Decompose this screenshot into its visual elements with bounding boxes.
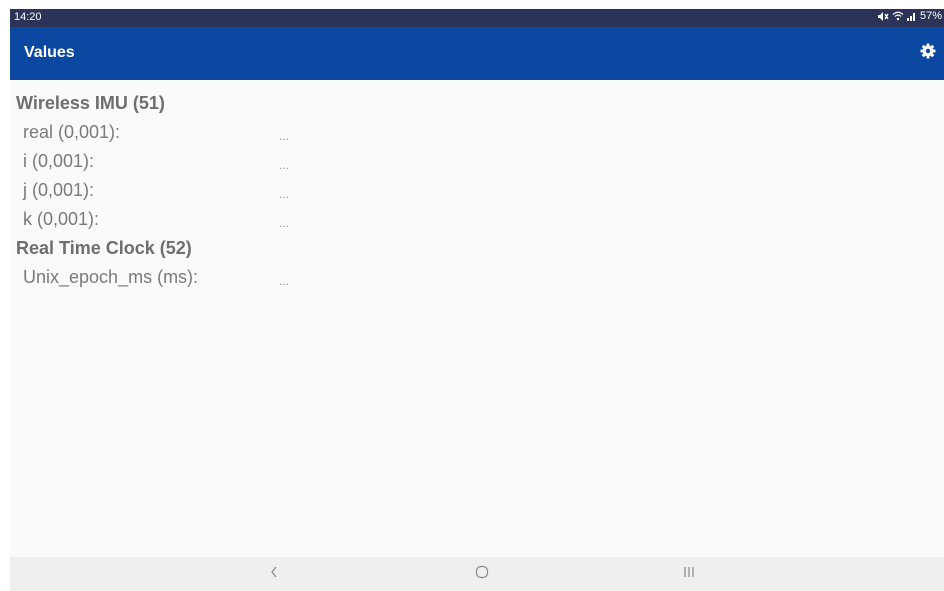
recents-button[interactable] — [675, 562, 703, 586]
status-bar: 14:20 57% — [10, 9, 944, 27]
navigation-bar — [10, 557, 944, 591]
recents-icon — [682, 565, 696, 584]
signal-icon — [906, 11, 917, 21]
section-title-real-time-clock: Real Time Clock (52) — [16, 238, 192, 258]
row-label-unix-epoch: Unix_epoch_ms (ms): — [23, 267, 199, 287]
row-value-k: ... — [279, 216, 290, 230]
app-bar: Values — [10, 27, 944, 80]
row-value-i: ... — [279, 158, 290, 172]
row-value-j: ... — [279, 187, 290, 201]
status-time: 14:20 — [14, 11, 42, 23]
settings-button[interactable] — [916, 41, 940, 65]
home-button[interactable] — [468, 562, 496, 586]
battery-percent: 57% — [919, 10, 942, 22]
gear-icon — [920, 43, 936, 64]
page-title: Values — [24, 44, 75, 61]
row-value-real: ... — [279, 129, 290, 143]
wifi-icon — [892, 11, 904, 21]
values-list: Wireless IMU (51) real (0,001): ... i (0… — [10, 80, 944, 557]
home-icon — [474, 564, 490, 585]
back-button[interactable] — [260, 562, 288, 586]
section-title-wireless-imu: Wireless IMU (51) — [16, 93, 165, 113]
back-icon — [269, 565, 279, 584]
row-value-unix-epoch: ... — [279, 274, 290, 288]
app-window: 14:20 57% Values Wireless IMU (51) real … — [10, 9, 944, 591]
row-label-j: j (0,001): — [23, 180, 95, 200]
row-label-i: i (0,001): — [23, 151, 95, 171]
mute-icon — [877, 11, 889, 22]
row-label-k: k (0,001): — [23, 209, 100, 229]
status-icons: 57% — [877, 10, 942, 22]
row-label-real: real (0,001): — [23, 122, 121, 142]
